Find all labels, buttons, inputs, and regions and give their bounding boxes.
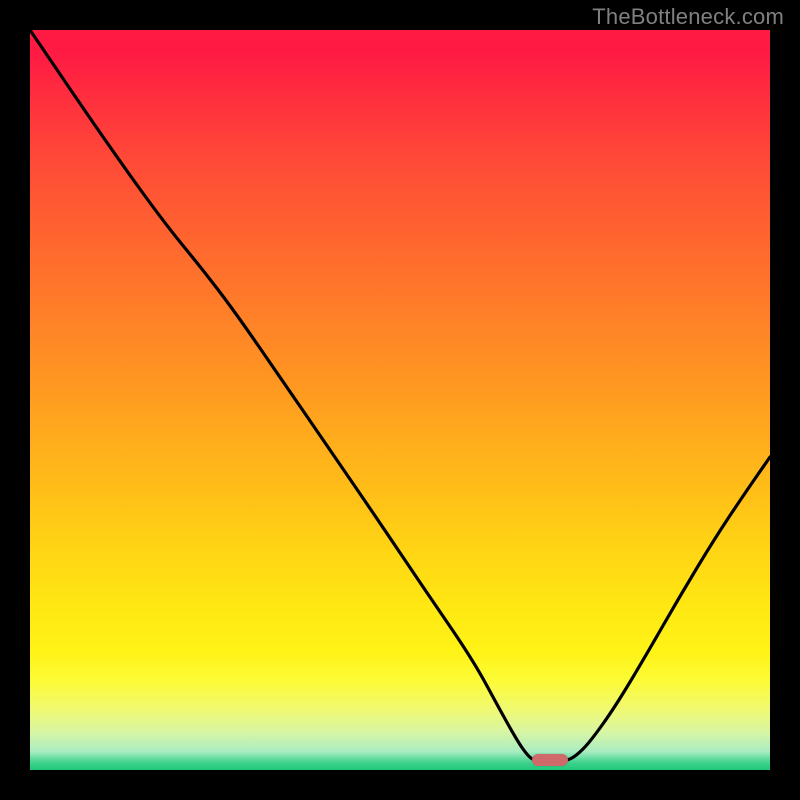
chart-frame	[30, 30, 770, 770]
marker-pill	[532, 754, 568, 766]
curve-path	[30, 30, 770, 762]
watermark-text: TheBottleneck.com	[592, 4, 784, 30]
line-curve	[30, 30, 770, 770]
